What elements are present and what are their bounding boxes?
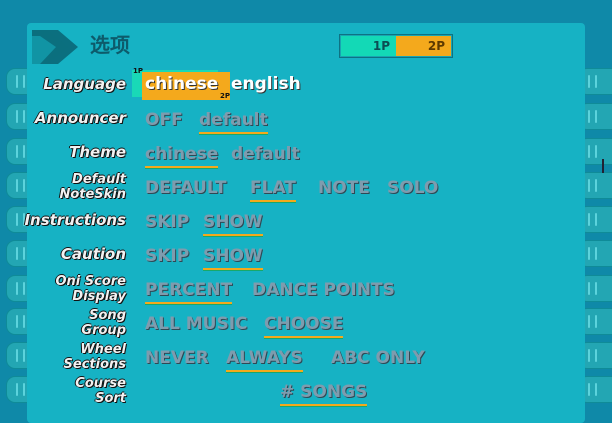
text-cursor <box>602 159 604 173</box>
page-title: 选项 <box>90 33 130 57</box>
option-flat[interactable]: FLAT <box>250 178 296 203</box>
player2-tab[interactable]: 2P <box>396 36 451 56</box>
option-row-wheel-sections[interactable]: Wheel Sections NEVER ALWAYS ABC ONLY <box>0 342 612 374</box>
option-songs[interactable]: # SONGS <box>280 382 368 407</box>
option-dance-points[interactable]: DANCE POINTS <box>252 280 395 300</box>
row-label-default-noteskin: Default NoteSkin <box>59 172 126 202</box>
option-all-music[interactable]: ALL MUSIC <box>145 314 248 334</box>
option-chinese[interactable]: chinese <box>145 74 218 94</box>
option-note[interactable]: NOTE <box>318 178 370 198</box>
option-row-language[interactable]: Language chinese english <box>0 70 612 102</box>
option-percent[interactable]: PERCENT <box>145 280 233 305</box>
header-arrow-icon <box>32 30 78 64</box>
option-off[interactable]: OFF <box>145 110 183 130</box>
player-selector: 1P 2P <box>339 34 453 58</box>
option-row-oni-score-display[interactable]: Oni Score Display PERCENT DANCE POINTS <box>0 274 612 306</box>
option-row-course-sort[interactable]: Course Sort # SONGS <box>0 376 612 408</box>
option-always[interactable]: ALWAYS <box>226 348 303 373</box>
row-label-wheel-sections: Wheel Sections <box>63 342 126 372</box>
option-row-default-noteskin[interactable]: Default NoteSkin DEFAULT FLAT NOTE SOLO <box>0 172 612 204</box>
row-label-announcer: Announcer <box>34 109 126 127</box>
row-label-oni-score-display: Oni Score Display <box>55 274 126 304</box>
option-skip[interactable]: SKIP <box>145 212 189 232</box>
option-default[interactable]: default <box>231 144 300 164</box>
option-default[interactable]: DEFAULT <box>145 178 226 198</box>
option-show[interactable]: SHOW <box>203 246 263 271</box>
option-default[interactable]: default <box>199 110 268 135</box>
option-row-theme[interactable]: Theme chinese default <box>0 138 612 170</box>
row-label-theme: Theme <box>69 143 126 161</box>
option-chinese[interactable]: chinese <box>145 144 219 169</box>
option-row-caution[interactable]: Caution SKIP SHOW <box>0 240 612 272</box>
option-never[interactable]: NEVER <box>145 348 209 368</box>
option-row-song-group[interactable]: Song Group ALL MUSIC CHOOSE <box>0 308 612 340</box>
option-choose[interactable]: CHOOSE <box>264 314 344 339</box>
option-row-instructions[interactable]: Instructions SKIP SHOW <box>0 206 612 238</box>
row-label-caution: Caution <box>60 245 126 263</box>
option-skip[interactable]: SKIP <box>145 246 189 266</box>
option-show[interactable]: SHOW <box>203 212 263 237</box>
option-abc-only[interactable]: ABC ONLY <box>331 348 425 368</box>
option-english[interactable]: english <box>231 74 301 94</box>
option-row-announcer[interactable]: Announcer OFF default <box>0 104 612 136</box>
row-label-song-group: Song Group <box>81 308 126 338</box>
player1-tab[interactable]: 1P <box>341 36 396 56</box>
row-label-language: Language <box>43 75 126 93</box>
option-solo[interactable]: SOLO <box>387 178 438 198</box>
row-label-instructions: Instructions <box>24 211 126 229</box>
